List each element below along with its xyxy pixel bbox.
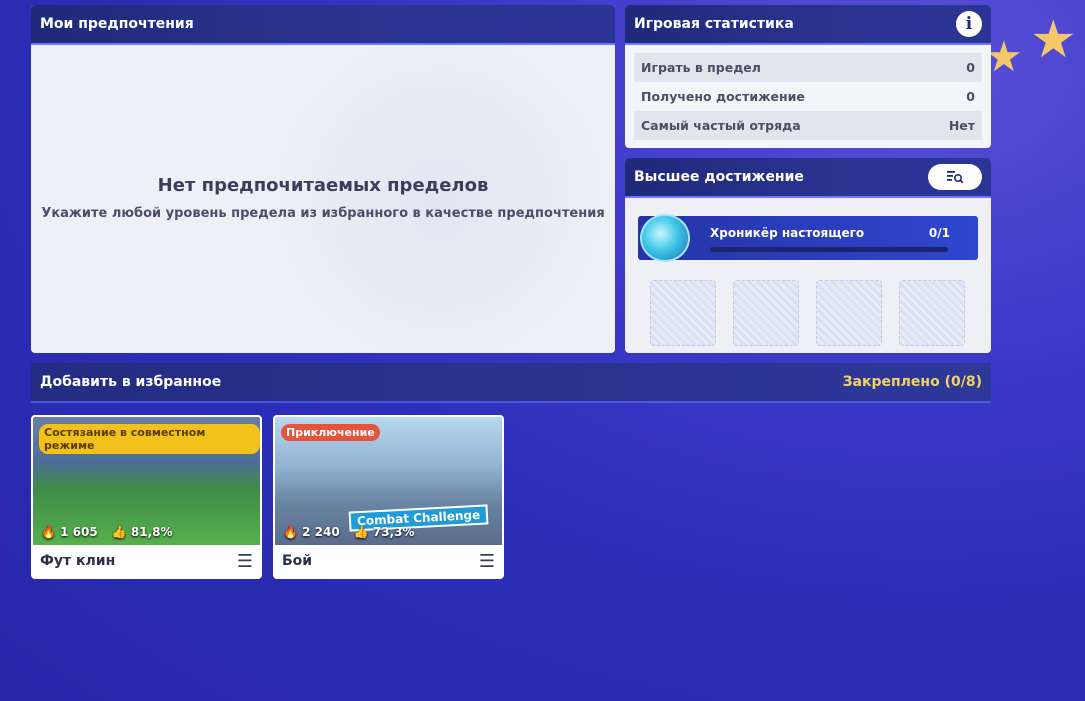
game-stats-header: Игровая статистика i <box>625 5 991 45</box>
card-footer: Фут клин ☰ <box>33 545 260 577</box>
level-stats: 🔥 1 605 👍 81,8% <box>41 525 173 539</box>
stat-row: Получено достижение 0 <box>634 82 982 111</box>
plays-stat: 🔥 1 605 <box>41 525 98 539</box>
favorites-header: Добавить в избранное Закреплено (0/8) <box>31 363 991 403</box>
achievement-count: 0/1 <box>928 226 950 240</box>
likes-stat: 👍 73,3% <box>354 525 415 539</box>
game-stats-panel: Игровая статистика i Играть в предел 0 П… <box>625 5 991 148</box>
favorites-title: Добавить в избранное <box>40 374 222 390</box>
plays-count: 1 605 <box>60 525 98 539</box>
level-thumbnail[interactable]: Состязание в совместном режиме 🔥 1 605 👍… <box>33 417 260 545</box>
achievement-slot-empty <box>733 280 799 346</box>
stat-value: Нет <box>948 118 975 133</box>
thumbs-up-icon: 👍 <box>353 525 369 539</box>
filter-search-icon <box>947 171 964 184</box>
likes-stat: 👍 81,8% <box>112 525 173 539</box>
stat-label: Самый частый отряда <box>641 118 801 133</box>
likes-rate: 73,3% <box>372 525 415 539</box>
flame-icon: 🔥 <box>41 525 56 539</box>
achievement-panel: Высшее достижение Хроникёр настоящего 0/… <box>625 158 991 353</box>
achievement-orb-icon <box>640 214 690 262</box>
game-stats-title: Игровая статистика <box>634 16 794 32</box>
mode-tag: Приключение <box>281 424 380 441</box>
preferences-empty-state: Нет предпочитаемых пределов Укажите любо… <box>31 45 615 351</box>
achievement-progress-bar <box>710 247 948 252</box>
level-name: Фут клин <box>40 553 116 569</box>
card-footer: Бой ☰ <box>275 545 502 577</box>
achievement-title: Высшее достижение <box>634 169 804 185</box>
preferences-title: Мои предпочтения <box>40 16 194 32</box>
menu-icon[interactable]: ☰ <box>479 551 495 572</box>
preferences-panel: Мои предпочтения Нет предпочитаемых пред… <box>31 5 615 353</box>
achievement-slots <box>650 280 965 346</box>
empty-subtitle: Укажите любой уровень предела из избранн… <box>41 206 605 221</box>
mode-tag: Состязание в совместном режиме <box>39 424 260 454</box>
decor-star-icon: ★ <box>1030 10 1077 70</box>
info-icon[interactable]: i <box>956 11 982 37</box>
achievement-header: Высшее достижение <box>625 158 991 198</box>
likes-rate: 81,8% <box>130 525 173 539</box>
stat-label: Играть в предел <box>641 60 761 75</box>
thumbs-up-icon: 👍 <box>111 525 127 539</box>
achievement-slot-empty <box>816 280 882 346</box>
level-thumbnail[interactable]: Приключение Combat Challenge 🔥 2 240 👍 7… <box>275 417 502 545</box>
achievement-slot-empty <box>650 280 716 346</box>
stat-row: Самый частый отряда Нет <box>634 111 982 140</box>
stat-value: 0 <box>966 60 975 75</box>
stat-value: 0 <box>966 89 975 104</box>
empty-title: Нет предпочитаемых пределов <box>157 175 489 196</box>
achievement-item[interactable]: Хроникёр настоящего 0/1 <box>638 214 978 262</box>
flame-icon: 🔥 <box>283 525 298 539</box>
level-name: Бой <box>282 553 313 569</box>
achievement-slot-empty <box>899 280 965 346</box>
achievement-name: Хроникёр настоящего <box>710 226 865 240</box>
plays-stat: 🔥 2 240 <box>283 525 340 539</box>
menu-icon[interactable]: ☰ <box>237 551 253 572</box>
stat-list: Играть в предел 0 Получено достижение 0 … <box>625 45 991 148</box>
pinned-count: Закреплено (0/8) <box>842 374 982 390</box>
level-card[interactable]: Состязание в совместном режиме 🔥 1 605 👍… <box>31 415 262 579</box>
level-card[interactable]: Приключение Combat Challenge 🔥 2 240 👍 7… <box>273 415 504 579</box>
stat-row: Играть в предел 0 <box>634 53 982 82</box>
plays-count: 2 240 <box>302 525 340 539</box>
filter-search-button[interactable] <box>928 164 982 190</box>
level-stats: 🔥 2 240 👍 73,3% <box>283 525 415 539</box>
stat-label: Получено достижение <box>641 89 805 104</box>
preferences-header: Мои предпочтения <box>31 5 615 45</box>
